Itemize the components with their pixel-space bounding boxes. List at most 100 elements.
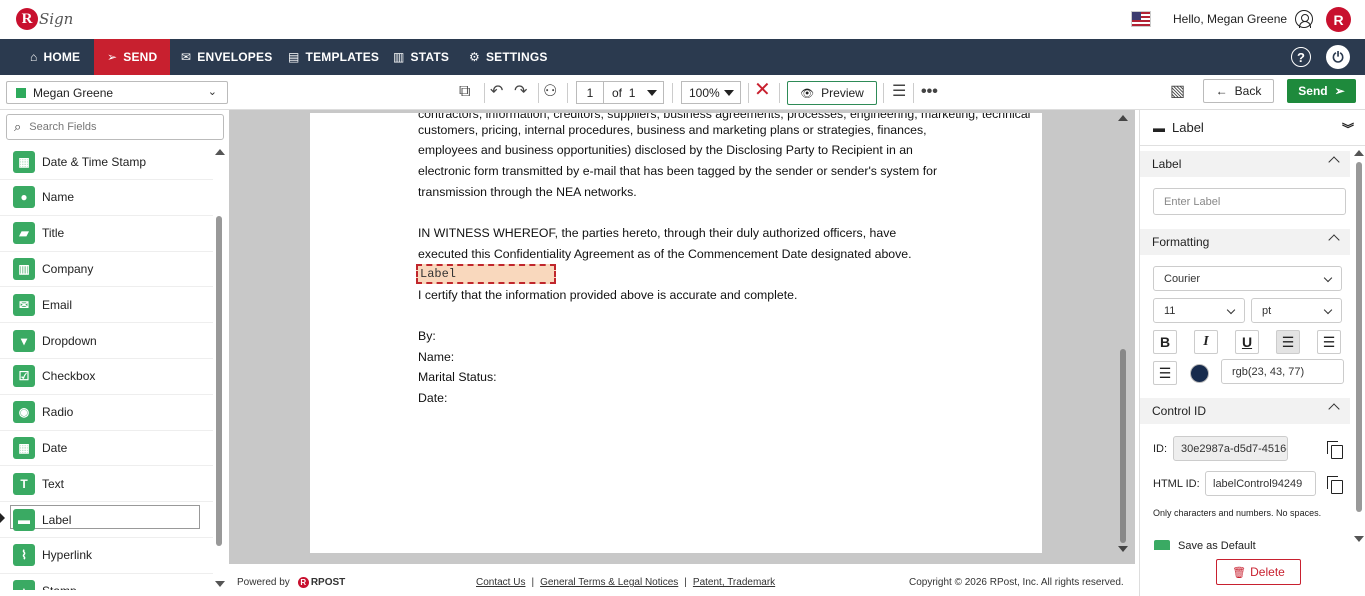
scroll-up-icon[interactable] [1354, 150, 1364, 156]
redo-icon[interactable]: ↷ [514, 83, 527, 101]
copy-icon[interactable] [1327, 441, 1343, 459]
html-id-input[interactable]: labelControl94249 [1205, 471, 1316, 496]
nav-envelopes[interactable]: ✉ ENVELOPES [181, 39, 272, 75]
field-item-hyperlink[interactable]: ⌇ Hyperlink [0, 538, 213, 574]
back-button[interactable]: ← Back [1203, 79, 1274, 103]
powered-by: Powered by R RPOST [237, 577, 345, 588]
scroll-down-icon[interactable] [215, 581, 225, 587]
font-size-select[interactable]: 11 [1153, 298, 1245, 323]
field-item-email[interactable]: ✉ Email [0, 287, 213, 324]
document-scrollbar[interactable] [1118, 113, 1130, 558]
nav-templates[interactable]: ▤ TEMPLATES [288, 39, 379, 75]
scroll-down-icon[interactable] [1118, 546, 1128, 552]
formatting-section-header[interactable]: Formatting [1140, 229, 1350, 255]
doc-line: transmission through the NEA networks. [418, 185, 637, 199]
label-control[interactable]: Label [416, 264, 556, 284]
hierarchy-icon[interactable]: ⚇ [543, 83, 557, 101]
nav-home[interactable]: ⌂ HOME [30, 39, 80, 75]
nav-home-label: HOME [43, 50, 81, 64]
field-item-stamp[interactable]: ▲ Stamp [0, 574, 213, 590]
scroll-thumb[interactable] [216, 216, 222, 546]
align-right-button[interactable]: ☰ [1153, 361, 1177, 385]
help-icon[interactable]: ? [1291, 47, 1311, 67]
save-default-checkbox[interactable] [1154, 540, 1170, 550]
more-options-icon[interactable]: ••• [921, 83, 938, 101]
align-icon[interactable]: ☰ [892, 83, 906, 101]
italic-button[interactable]: I [1194, 330, 1218, 354]
field-item-label: Stamp [42, 584, 77, 590]
home-icon: ⌂ [30, 50, 38, 64]
field-item-label: Date [42, 440, 68, 455]
terms-link[interactable]: General Terms & Legal Notices [540, 577, 678, 588]
delete-button[interactable]: 🗑 Delete [1216, 559, 1301, 585]
font-family-value: Courier [1164, 272, 1201, 285]
font-color-input[interactable]: rgb(23, 43, 77) [1221, 359, 1344, 384]
zoom-select[interactable]: 100% [681, 81, 741, 104]
font-family-select[interactable]: Courier [1153, 266, 1342, 291]
zoom-value: 100% [689, 85, 720, 100]
align-left-button[interactable]: ☰ [1276, 330, 1300, 354]
field-item-text[interactable]: T Text [0, 466, 213, 503]
toolbar-divider [567, 83, 568, 103]
doc-line: Name: [418, 350, 455, 364]
field-list: ▦ Date & Time Stamp ● Name ▰ Title ▥ Company ✉ Em… [0, 146, 213, 590]
collapse-panel-icon[interactable]: ︾ [1342, 120, 1354, 137]
font-unit-select[interactable]: pt [1251, 298, 1342, 323]
user-profile-icon[interactable] [1295, 10, 1313, 28]
scroll-up-icon[interactable] [215, 149, 225, 155]
label-section-header[interactable]: Label [1140, 151, 1350, 177]
recipient-select[interactable]: Megan Greene ⌄ [6, 81, 228, 104]
chevron-up-icon [1328, 156, 1340, 168]
nav-send[interactable]: ➢ SEND [94, 39, 171, 75]
power-icon[interactable]: ⏻ [1326, 45, 1350, 69]
scroll-up-icon[interactable] [1118, 115, 1128, 121]
document-page[interactable]: contractors, information, creditors, sup… [310, 113, 1042, 553]
undo-icon[interactable]: ↶ [490, 83, 503, 101]
properties-scrollbar[interactable] [1354, 150, 1364, 542]
align-justify-button[interactable]: ☰ [1317, 330, 1341, 354]
send-label: Send [1298, 84, 1328, 98]
contact-us-link[interactable]: Contact Us [476, 577, 525, 588]
powered-by-label: Powered by [237, 577, 290, 588]
bold-button[interactable]: B [1153, 330, 1177, 354]
field-item-checkbox[interactable]: ☑ Checkbox [0, 359, 213, 395]
control-id-section-header[interactable]: Control ID [1140, 398, 1350, 424]
preview-label: Preview [821, 86, 864, 100]
patent-link[interactable]: Patent, Trademark [693, 577, 775, 588]
avatar[interactable]: R [1326, 7, 1351, 32]
field-item-date[interactable]: ▦ Date [0, 430, 213, 467]
search-fields-input[interactable]: ⌕ Search Fields [6, 114, 224, 140]
fields-scrollbar[interactable] [215, 149, 225, 590]
rsign-logo[interactable]: R Sign [16, 4, 73, 34]
field-item-dropdown[interactable]: ▾ Dropdown [0, 323, 213, 359]
send-button[interactable]: Send ➢ [1287, 79, 1356, 103]
scroll-down-icon[interactable] [1354, 536, 1364, 542]
font-color-swatch[interactable] [1190, 364, 1209, 383]
us-flag-icon[interactable] [1131, 11, 1151, 27]
document-settings-icon[interactable]: ▧ [1170, 83, 1185, 101]
underline-button[interactable]: U [1235, 330, 1259, 354]
field-item-title[interactable]: ▰ Title [0, 216, 213, 252]
copy-icon[interactable] [1327, 476, 1343, 494]
field-item-company[interactable]: ▥ Company [0, 251, 213, 288]
field-item-label[interactable]: ▬ Label [0, 502, 213, 538]
field-item-name[interactable]: ● Name [0, 180, 213, 216]
delete-all-icon[interactable]: ✕ [754, 80, 771, 100]
search-icon: ⌕ [14, 119, 22, 134]
scroll-thumb[interactable] [1356, 162, 1362, 512]
toolbar-divider [672, 83, 673, 103]
page-number-input[interactable]: 1 [576, 81, 604, 104]
preview-button[interactable]: 👁 Preview [787, 81, 877, 105]
fit-page-icon[interactable]: ⧉ [459, 83, 470, 101]
label-text-input[interactable]: Enter Label [1153, 188, 1346, 215]
scroll-thumb[interactable] [1120, 349, 1126, 543]
toolbar-divider [779, 83, 780, 103]
page-total-select[interactable]: of 1 [604, 81, 664, 104]
field-item-radio[interactable]: ◉ Radio [0, 395, 213, 431]
editor-toolbar: Megan Greene ⌄ ⧉ ↶ ↷ ⚇ 1 of 1 100% ✕ 👁 P… [0, 75, 1365, 110]
nav-stats[interactable]: ▥ STATS [393, 39, 449, 75]
dropdown-icon: ▾ [13, 329, 35, 352]
field-item-date-time-stamp[interactable]: ▦ Date & Time Stamp [0, 146, 213, 180]
nav-settings[interactable]: ⚙ SETTINGS [469, 39, 548, 75]
copyright: Copyright © 2026 RPost, Inc. All rights … [909, 577, 1124, 588]
